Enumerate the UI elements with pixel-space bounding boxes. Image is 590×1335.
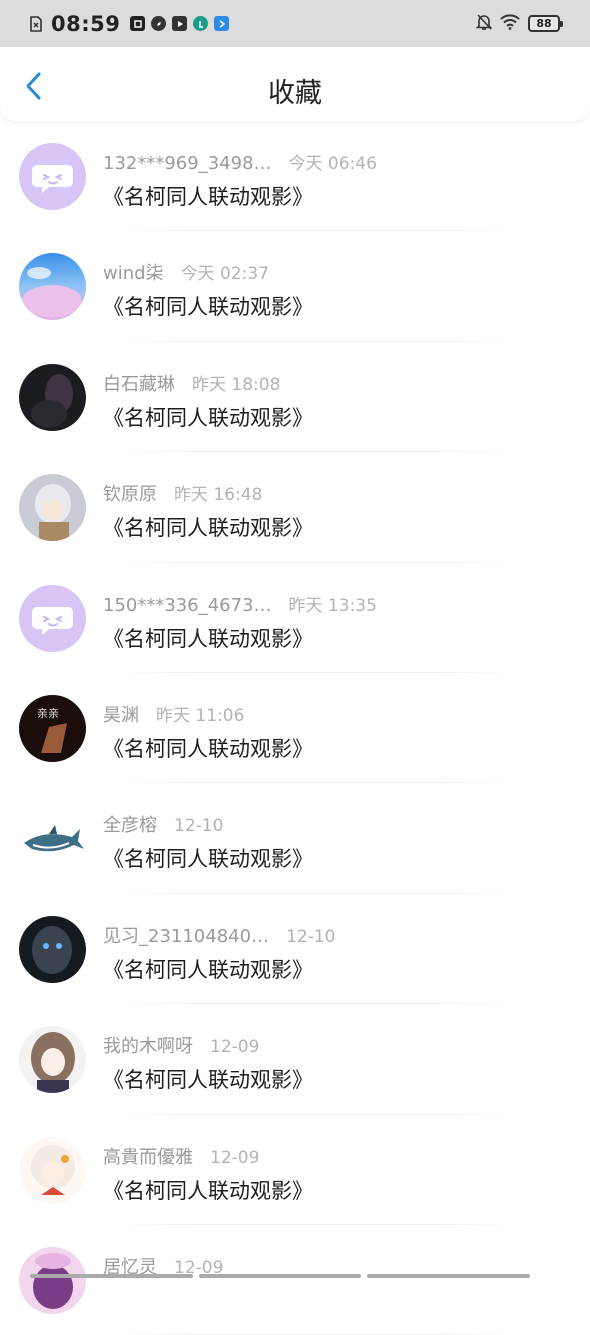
timestamp: 昨天 18:08 [192,370,280,395]
avatar[interactable] [19,805,86,872]
item-title: 《名柯同人联动观影》 [103,843,313,873]
user-name: 我的木啊呀 [103,1032,193,1058]
video-icon [172,16,187,31]
page-title: 收藏 [0,71,590,110]
list-item[interactable]: 亲亲 昊渊昨天 11:06 《名柯同人联动观影》 [0,673,590,783]
avatar[interactable] [19,364,86,431]
timestamp: 12-10 [174,816,223,836]
item-meta: 150***336_4673… 昨天 13:35 [103,591,377,616]
item-title: 《名柯同人联动观影》 [103,623,313,653]
user-name: 钦原原 [103,480,157,506]
status-time: 08:59 [51,12,120,36]
svg-text:亲亲: 亲亲 [37,706,59,720]
app-notification-icon [130,16,145,31]
timestamp: 今天 06:46 [289,149,377,174]
avatar[interactable] [19,916,86,983]
list-item[interactable]: 132***969_3498… 今天 06:46 《名柯同人联动观影》 [0,121,590,231]
avatar[interactable] [19,1137,86,1204]
item-meta: 钦原原昨天 16:48 [103,480,262,506]
user-name: 150***336_4673… [103,595,272,616]
avatar[interactable]: 亲亲 [19,695,86,762]
list-item[interactable]: 我的木啊呀 12-09 《名柯同人联动观影》 [0,1004,590,1114]
user-name: wind柒 [103,259,164,285]
user-name: 昊渊 [103,701,139,727]
compass-icon [151,16,166,31]
mute-icon [476,13,492,35]
list-item[interactable]: 钦原原昨天 16:48 《名柯同人联动观影》 [0,452,590,562]
app-l-icon [193,16,208,31]
sim-icon [28,16,43,31]
item-meta: 132***969_3498… 今天 06:46 [103,149,377,174]
item-title: 《名柯同人联动观影》 [103,181,313,211]
item-meta: 见习_231104840… 12-10 [103,922,335,948]
user-name: 132***969_3498… [103,153,272,174]
item-title: 《名柯同人联动观影》 [103,402,313,432]
item-meta: wind柒今天 02:37 [103,259,269,285]
item-title: 《名柯同人联动观影》 [103,291,313,321]
user-name: 高貴而優雅 [103,1143,193,1169]
timestamp: 12-09 [210,1037,259,1057]
avatar[interactable] [19,585,86,652]
list-item[interactable]: 见习_231104840… 12-10 《名柯同人联动观影》 [0,894,590,1004]
list-item[interactable]: 白石藏琳昨天 18:08 《名柯同人联动观影》 [0,342,590,452]
timestamp: 12-09 [210,1148,259,1168]
item-meta: 昊渊昨天 11:06 [103,701,244,727]
timestamp: 昨天 11:06 [156,701,244,726]
list-item[interactable]: 150***336_4673… 昨天 13:35 《名柯同人联动观影》 [0,563,590,673]
item-meta: 全彦榕 12-10 [103,811,223,837]
item-meta: 高貴而優雅 12-09 [103,1143,259,1169]
scroll-indicator [30,1274,530,1278]
timestamp: 昨天 13:35 [289,591,377,616]
user-name: 白石藏琳 [103,370,175,396]
app-arrow-icon [214,16,229,31]
wifi-icon [500,14,520,34]
top-nav-bar: 收藏 [0,47,590,121]
status-bar: 08:59 88 [0,0,590,47]
avatar[interactable] [19,1026,86,1093]
item-meta: 我的木啊呀 12-09 [103,1032,259,1058]
avatar[interactable] [19,474,86,541]
list-item[interactable]: 高貴而優雅 12-09 《名柯同人联动观影》 [0,1115,590,1225]
avatar[interactable] [19,253,86,320]
avatar[interactable] [19,1247,86,1314]
timestamp: 12-10 [286,927,335,947]
favorites-list: 132***969_3498…今天 06:46《名柯同人联动观影》wind柒今天… [0,121,590,1335]
user-name: 全彦榕 [103,811,157,837]
item-title: 《名柯同人联动观影》 [103,1064,313,1094]
item-title: 《名柯同人联动观影》 [103,1175,313,1205]
item-title: 《名柯同人联动观影》 [103,733,313,763]
avatar[interactable] [19,143,86,210]
item-title: 《名柯同人联动观影》 [103,512,313,542]
item-title: 《名柯同人联动观影》 [103,954,313,984]
list-item[interactable]: wind柒今天 02:37 《名柯同人联动观影》 [0,231,590,341]
item-meta: 白石藏琳昨天 18:08 [103,370,280,396]
timestamp: 昨天 16:48 [174,480,262,505]
battery-indicator: 88 [528,15,560,32]
user-name: 见习_231104840… [103,922,269,948]
timestamp: 今天 02:37 [181,259,269,284]
list-item[interactable]: 全彦榕 12-10 《名柯同人联动观影》 [0,783,590,893]
